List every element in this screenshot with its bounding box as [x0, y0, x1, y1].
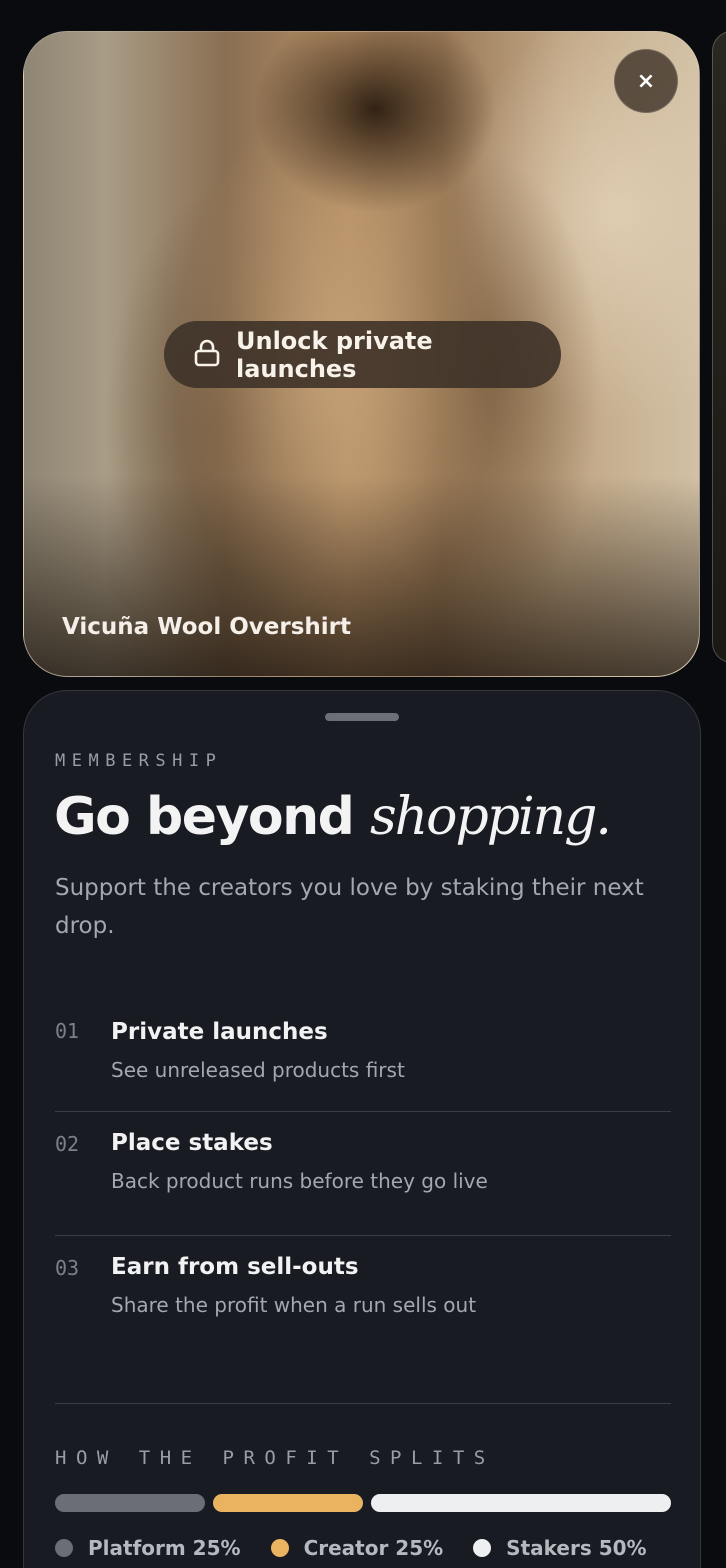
profit-split-segment [213, 1494, 363, 1512]
benefit-title: Place stakes [111, 1130, 273, 1156]
screen: × Unlock private launches Vicuña Wool Ov… [0, 0, 726, 1568]
benefit-item: 03 Earn from sell-outs Share the profit … [55, 1235, 671, 1404]
legend-dot [473, 1539, 492, 1557]
unlock-private-launches-button[interactable]: Unlock private launches [164, 321, 561, 388]
headline: Go beyond shopping. [54, 787, 612, 847]
benefit-title: Private launches [111, 1019, 328, 1045]
product-card[interactable]: × Unlock private launches Vicuña Wool Ov… [23, 31, 700, 677]
benefit-number: 03 [55, 1256, 80, 1280]
unlock-label: Unlock private launches [236, 326, 433, 383]
section-eyebrow: MEMBERSHIP [55, 751, 223, 771]
legend-label: Platform 25% [88, 1536, 241, 1560]
profit-split-label: HOW THE PROFIT SPLITS [55, 1447, 495, 1469]
benefit-number: 01 [55, 1019, 80, 1043]
headline-plain: Go beyond [54, 787, 370, 847]
subcopy: Support the creators you love by staking… [55, 875, 644, 939]
benefit-description: Back product runs before they go live [111, 1169, 488, 1193]
headline-accent: shopping. [369, 787, 612, 847]
close-button[interactable]: × [614, 49, 678, 113]
benefit-number: 02 [55, 1132, 80, 1156]
close-icon: × [636, 68, 656, 94]
profit-split-segment [371, 1494, 671, 1512]
legend-dot [270, 1539, 289, 1557]
benefit-description: Share the profit when a run sells out [111, 1293, 477, 1317]
profit-split-segment [55, 1494, 205, 1512]
profit-split-bar [55, 1494, 671, 1512]
legend-item: Creator 25% [270, 1536, 444, 1560]
profit-split-legend: Platform 25% Creator 25% Stakers 50% [55, 1536, 677, 1560]
legend-label: Stakers 50% [506, 1536, 647, 1560]
benefit-title: Earn from sell-outs [111, 1254, 359, 1280]
legend-item: Stakers 50% [473, 1536, 647, 1560]
next-product-card[interactable] [712, 31, 726, 663]
benefit-item: 01 Private launches See unreleased produ… [55, 1009, 671, 1111]
membership-sheet: MEMBERSHIP Go beyond shopping. Support t… [23, 690, 701, 1568]
product-name: Vicuña Wool Overshirt [62, 614, 352, 640]
legend-label: Creator 25% [303, 1536, 444, 1560]
benefit-description: See unreleased products first [111, 1058, 405, 1082]
benefit-item: 02 Place stakes Back product runs before… [55, 1111, 671, 1235]
lock-icon [194, 339, 220, 371]
benefits-list: 01 Private launches See unreleased produ… [55, 1009, 671, 1404]
legend-item: Platform 25% [55, 1536, 241, 1560]
legend-dot [55, 1539, 73, 1557]
sheet-grabber[interactable] [325, 713, 399, 721]
